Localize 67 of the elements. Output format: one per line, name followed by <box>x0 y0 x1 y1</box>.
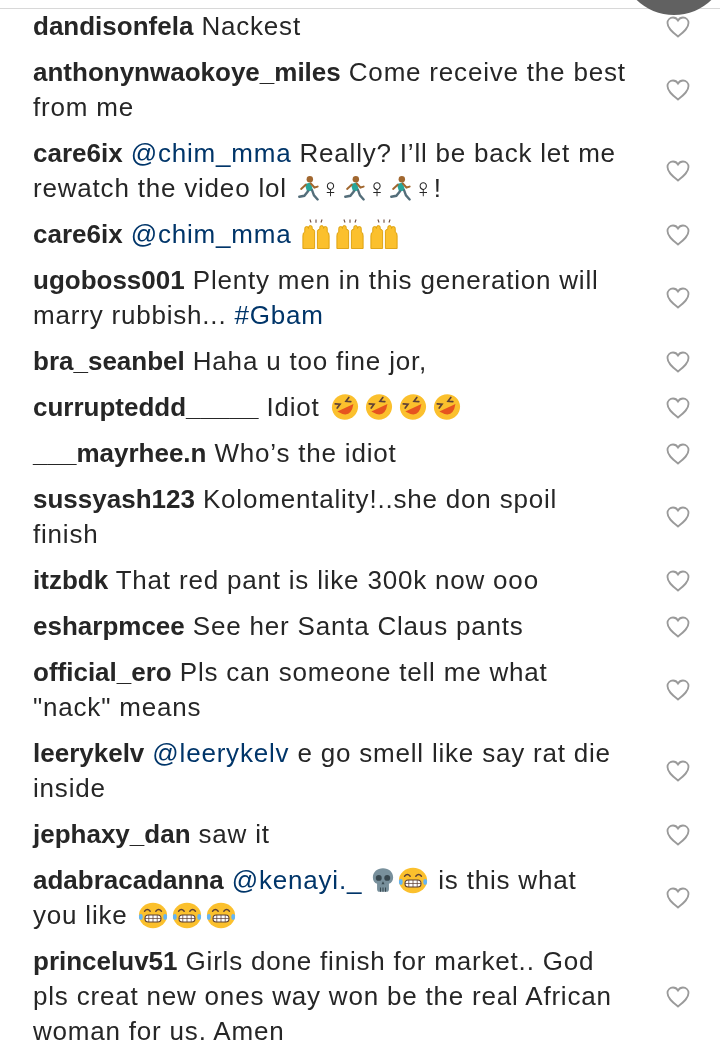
username-link[interactable]: ___mayrhee.n <box>33 438 207 468</box>
comment-text: jephaxy_dan saw it <box>33 818 271 851</box>
running-person-icon <box>389 175 412 201</box>
comment-text: itzbdk That red pant is like 300k now ooo <box>33 564 540 597</box>
comment-text: leerykelv @leerykelv e go smell like say rat die inside <box>33 737 612 805</box>
username-link[interactable]: currupteddd_____ <box>33 392 259 422</box>
running-person-icon <box>343 175 366 201</box>
raised-hands-icon <box>301 219 332 249</box>
username-link[interactable]: care6ix <box>33 219 123 249</box>
username-link[interactable]: itzbdk <box>33 565 109 595</box>
comment-text: adabracadanna @kenayi._ is this what you like <box>33 864 578 932</box>
heart-icon[interactable] <box>666 887 690 909</box>
heart-icon[interactable] <box>666 679 690 701</box>
username-link[interactable]: ugoboss001 <box>33 265 185 295</box>
username-link[interactable]: princeluv51 <box>33 946 178 976</box>
comment-text: dandisonfela Nackest <box>33 10 302 43</box>
heart-icon[interactable] <box>666 985 690 1008</box>
comment-text: anthonynwaokoye_miles Come receive the best from me <box>33 56 627 124</box>
username-link[interactable]: jephaxy_dan <box>33 819 191 849</box>
comment-text: care6ix @chim_mma Really? I’ll be back let me rewatch the video lol ♀ ♀ ♀! <box>33 137 617 205</box>
comment-text: currupteddd_____ Idiot <box>33 390 628 425</box>
raised-hands-icon <box>369 219 400 249</box>
raised-hands-icon <box>335 219 366 249</box>
comment-text: ugoboss001 Plenty men in this generation will marry rubbish... #Gbam <box>33 264 600 332</box>
tilted-laughing-face-icon <box>431 392 462 422</box>
heart-icon[interactable] <box>666 160 690 182</box>
grinning-face-icon <box>171 900 202 930</box>
tilted-laughing-face-icon <box>397 392 428 422</box>
username-link[interactable]: adabracadanna <box>33 865 224 895</box>
comment-text: official_ero Pls can someone tell me what "nack" means <box>33 656 549 724</box>
tilted-laughing-face-icon <box>329 392 360 422</box>
heart-icon[interactable] <box>666 223 690 246</box>
heart-icon[interactable] <box>666 823 690 846</box>
comment-text: princeluv51 Girls done finish for market.. God pls creat new ones way won be the real African woman for us. Amen <box>33 945 613 1048</box>
mention-link[interactable]: @chim_mma <box>130 138 292 168</box>
hashtag-link[interactable]: #Gbam <box>234 300 324 330</box>
skull-icon <box>372 867 395 893</box>
username-link[interactable]: anthonynwaokoye_miles <box>33 57 341 87</box>
username-link[interactable]: official_ero <box>33 657 172 687</box>
heart-icon[interactable] <box>666 79 690 101</box>
heart-icon[interactable] <box>666 569 690 592</box>
comment-text: bra_seanbel Haha u too fine jor, <box>33 345 429 378</box>
running-person-icon <box>296 175 319 201</box>
mention-link[interactable]: @chim_mma <box>130 219 292 249</box>
heart-icon[interactable] <box>666 287 690 309</box>
username-link[interactable]: leerykelv <box>33 738 145 768</box>
grinning-face-icon <box>137 900 168 930</box>
username-link[interactable]: bra_seanbel <box>33 346 185 376</box>
heart-icon[interactable] <box>666 760 690 782</box>
heart-icon[interactable] <box>666 442 690 465</box>
username-link[interactable]: sussyash123 <box>33 484 195 514</box>
username-link[interactable]: care6ix <box>33 138 123 168</box>
heart-icon[interactable] <box>666 15 690 38</box>
tilted-laughing-face-icon <box>363 392 394 422</box>
comment-text: ___mayrhee.n Who’s the idiot <box>33 437 398 470</box>
grinning-face-icon <box>205 900 236 930</box>
comment-text: sussyash123 Kolomentality!..she don spoil finish <box>33 483 559 551</box>
heart-icon[interactable] <box>666 396 690 419</box>
heart-icon[interactable] <box>666 350 690 373</box>
mention-link[interactable]: @kenayi._ <box>231 865 363 895</box>
username-link[interactable]: dandisonfela <box>33 11 194 41</box>
comment-text: esharpmcee See her Santa Claus pants <box>33 610 525 643</box>
heart-icon[interactable] <box>666 615 690 638</box>
username-link[interactable]: esharpmcee <box>33 611 185 641</box>
heart-icon[interactable] <box>666 506 690 528</box>
grinning-face-icon <box>398 865 429 895</box>
mention-link[interactable]: @leerykelv <box>152 738 290 768</box>
